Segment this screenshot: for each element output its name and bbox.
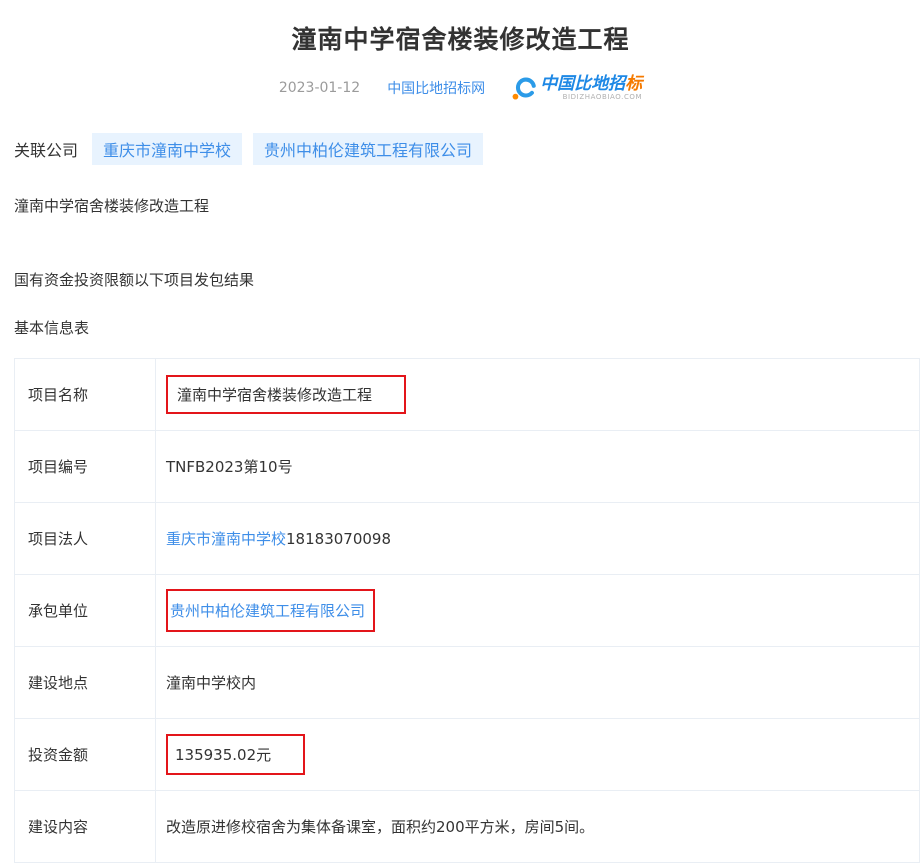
table-row-content: 建设内容 改造原进修校宿舍为集体备课室，面积约200平方米，房间5间。	[15, 791, 920, 863]
logo-subtext: BIDIZHAOBIAO.COM	[540, 94, 642, 101]
project-title-text: 潼南中学宿舍楼装修改造工程	[14, 195, 921, 216]
bidi-logo-icon	[512, 76, 537, 101]
table-row-project-name: 项目名称 潼南中学宿舍楼装修改造工程	[15, 359, 920, 431]
highlight-box: 贵州中柏伦建筑工程有限公司	[166, 589, 375, 632]
table-row-legal-person: 项目法人 重庆市潼南中学校18183070098	[15, 503, 920, 575]
related-companies-row: 关联公司 重庆市潼南中学校 贵州中柏伦建筑工程有限公司	[14, 133, 921, 165]
article-meta: 2023-01-12 中国比地招标网 中国比地招标 BIDIZHAOBIAO.C…	[0, 73, 921, 103]
row-value-cell: 135935.02元	[156, 719, 920, 791]
highlight-box: 135935.02元	[166, 734, 305, 775]
table-row-location: 建设地点 潼南中学校内	[15, 647, 920, 719]
row-value-cell: 重庆市潼南中学校18183070098	[156, 503, 920, 575]
row-value: 潼南中学宿舍楼装修改造工程	[177, 386, 372, 404]
contractor-link[interactable]: 贵州中柏伦建筑工程有限公司	[170, 602, 365, 620]
row-label: 建设地点	[15, 647, 156, 719]
row-value-cell: 潼南中学宿舍楼装修改造工程	[156, 359, 920, 431]
legal-person-phone: 18183070098	[286, 530, 391, 548]
company-tag-tongnan[interactable]: 重庆市潼南中学校	[92, 133, 242, 165]
article-page: 潼南中学宿舍楼装修改造工程 2023-01-12 中国比地招标网 中国比地招标 …	[0, 0, 921, 828]
row-value-cell: 贵州中柏伦建筑工程有限公司	[156, 575, 920, 647]
row-label: 项目名称	[15, 359, 156, 431]
logo-text-blue: 中国比地招	[540, 74, 625, 94]
row-label: 承包单位	[15, 575, 156, 647]
basic-info-table: 项目名称 潼南中学宿舍楼装修改造工程 项目编号 TNFB2023第10号 项目法…	[14, 358, 920, 863]
site-logo[interactable]: 中国比地招标 BIDIZHAOBIAO.COM	[512, 76, 642, 101]
legal-person-link[interactable]: 重庆市潼南中学校	[166, 530, 286, 548]
row-value: 潼南中学校内	[156, 647, 920, 719]
logo-text: 中国比地招标 BIDIZHAOBIAO.COM	[540, 76, 642, 101]
row-value: TNFB2023第10号	[156, 431, 920, 503]
source-link[interactable]: 中国比地招标网	[387, 78, 485, 98]
row-label: 建设内容	[15, 791, 156, 863]
table-row-investment: 投资金额 135935.02元	[15, 719, 920, 791]
company-tag-guizhou[interactable]: 贵州中柏伦建筑工程有限公司	[253, 133, 483, 165]
row-label: 投资金额	[15, 719, 156, 791]
row-value: 改造原进修校宿舍为集体备课室，面积约200平方米，房间5间。	[156, 791, 920, 863]
highlight-box: 潼南中学宿舍楼装修改造工程	[166, 375, 406, 414]
logo-text-orange: 标	[625, 74, 642, 94]
row-label: 项目编号	[15, 431, 156, 503]
result-note-text: 国有资金投资限额以下项目发包结果	[14, 269, 921, 290]
page-title: 潼南中学宿舍楼装修改造工程	[0, 0, 921, 56]
row-label: 项目法人	[15, 503, 156, 575]
row-value: 135935.02元	[175, 746, 271, 764]
publish-date: 2023-01-12	[279, 80, 360, 96]
table-caption: 基本信息表	[14, 317, 921, 338]
table-row-contractor: 承包单位 贵州中柏伦建筑工程有限公司	[15, 575, 920, 647]
related-companies-label: 关联公司	[14, 137, 78, 161]
table-row-project-number: 项目编号 TNFB2023第10号	[15, 431, 920, 503]
